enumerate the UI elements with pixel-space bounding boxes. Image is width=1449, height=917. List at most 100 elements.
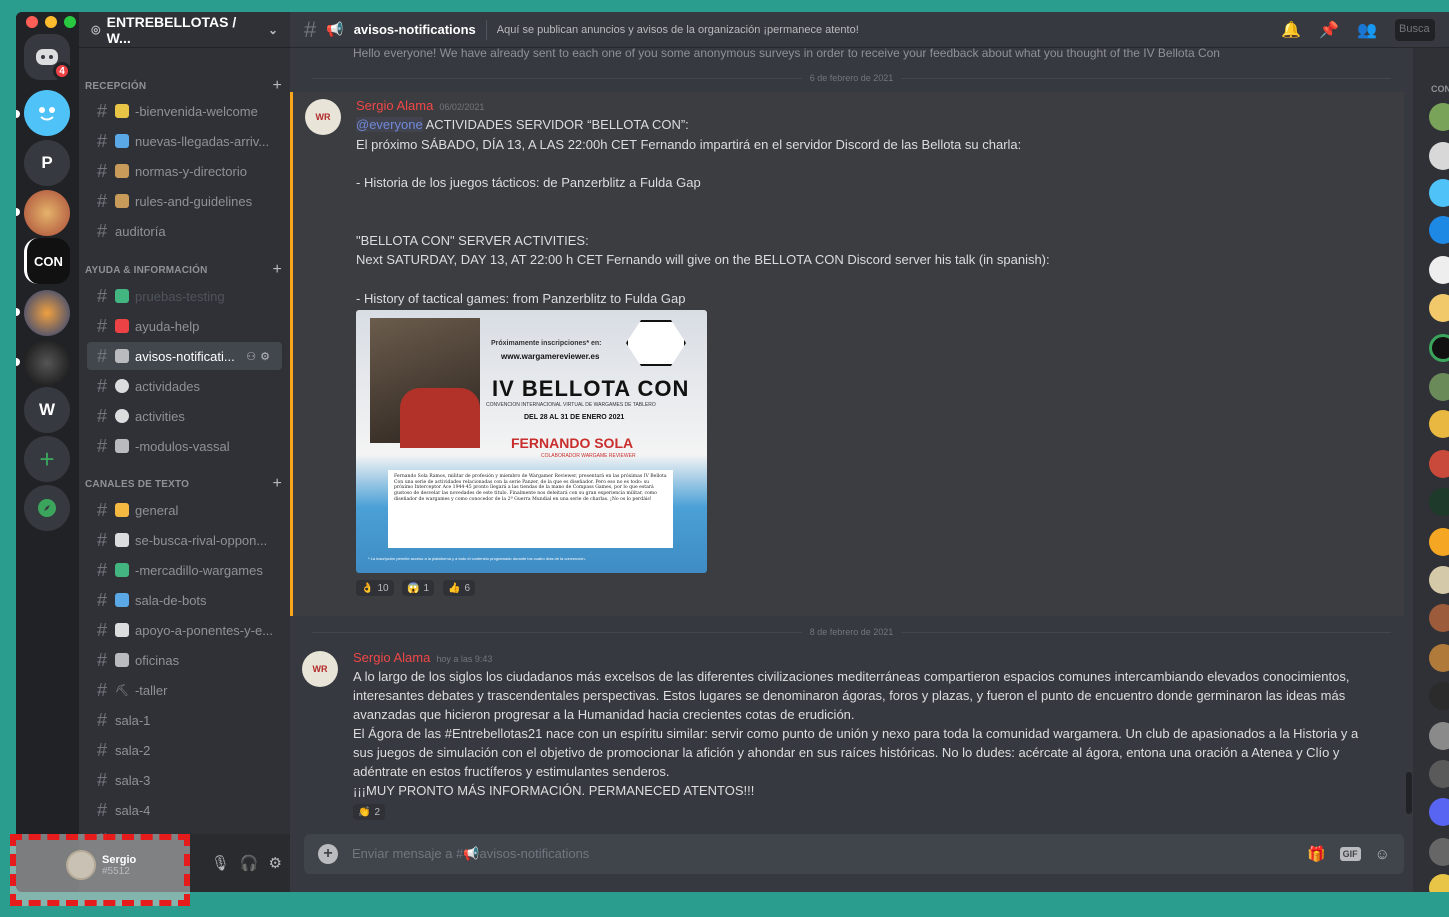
- avatar[interactable]: WR: [302, 651, 338, 687]
- mention[interactable]: @everyone: [356, 117, 423, 132]
- author-name[interactable]: Sergio Alama: [353, 650, 430, 665]
- channel-normas[interactable]: # normas-y-directorio: [87, 157, 282, 185]
- hash-icon: #: [96, 709, 107, 730]
- member-avatar[interactable]: [1429, 798, 1449, 826]
- search-input[interactable]: Busca: [1395, 18, 1435, 41]
- server-icon-vader[interactable]: [24, 340, 70, 386]
- server-icon-p[interactable]: P: [24, 140, 70, 186]
- channel-rules[interactable]: # rules-and-guidelines: [87, 187, 282, 215]
- message-input[interactable]: Enviar mensaje a #📢avisos-notifications: [352, 846, 589, 862]
- member-avatar[interactable]: [1429, 566, 1449, 594]
- reaction-thumbsup[interactable]: 👍 6: [443, 580, 476, 596]
- upload-plus-button[interactable]: +: [318, 844, 338, 864]
- member-avatar[interactable]: [1429, 373, 1449, 401]
- hash-icon: #: [96, 739, 107, 760]
- member-avatar[interactable]: [1429, 294, 1449, 322]
- channel-sala-2[interactable]: # sala-2: [87, 736, 282, 764]
- channel-activities[interactable]: # activities: [87, 402, 282, 430]
- channel-sala-de-bots[interactable]: # sala-de-bots: [87, 586, 282, 614]
- channel-ayuda[interactable]: # ayuda-help: [87, 312, 282, 340]
- create-channel-icon[interactable]: +: [272, 475, 282, 493]
- channel-label: ayuda-help: [135, 318, 200, 334]
- message-item[interactable]: WR Sergio Alama 06/02/2021 @everyone ACTI…: [290, 92, 1404, 616]
- category-canales-texto[interactable]: CANALES DE TEXTO +: [85, 474, 282, 494]
- channel-actividades[interactable]: # actividades: [87, 372, 282, 400]
- member-avatar[interactable]: [1429, 528, 1449, 556]
- user-identity[interactable]: Sergio #5512: [66, 850, 136, 880]
- channel-modulos-vassal[interactable]: # -modulos-vassal: [87, 432, 282, 460]
- hash-icon: #: [96, 679, 107, 700]
- server-icon-smiley[interactable]: [24, 90, 70, 136]
- zoom-window-button[interactable]: [64, 16, 76, 28]
- channel-sala-1[interactable]: # sala-1: [87, 706, 282, 734]
- category-recepcion[interactable]: RECEPCIÓN +: [85, 76, 282, 96]
- gear-icon[interactable]: ⚙: [269, 854, 282, 872]
- create-channel-icon[interactable]: +: [272, 77, 282, 95]
- channel-topic[interactable]: Aquí se publican anuncios y avisos de la…: [497, 24, 859, 36]
- channel-se-busca-rival[interactable]: # se-busca-rival-oppon...: [87, 526, 282, 554]
- server-icon-w[interactable]: W: [24, 387, 70, 433]
- member-avatar[interactable]: [1429, 179, 1449, 207]
- channel-nuevas-llegadas[interactable]: # nuevas-llegadas-arriv...: [87, 127, 282, 155]
- channel-sala-5[interactable]: #sala-5: [87, 826, 282, 835]
- hash-icon: #: [96, 315, 107, 336]
- channel-general[interactable]: # general: [87, 496, 282, 524]
- member-avatar[interactable]: [1429, 450, 1449, 478]
- message-item[interactable]: WR Sergio Alama hoy a las 9:43 A lo largo…: [290, 644, 1404, 822]
- member-avatar[interactable]: [1429, 838, 1449, 866]
- member-avatar[interactable]: [1429, 682, 1449, 710]
- member-avatar[interactable]: [1429, 760, 1449, 788]
- reaction-ok[interactable]: 👌 10: [356, 580, 394, 596]
- channel-oficinas[interactable]: # oficinas: [87, 646, 282, 674]
- hash-icon: #: [96, 435, 107, 456]
- gift-icon[interactable]: 🎁: [1307, 845, 1326, 863]
- headphones-icon[interactable]: 🎧: [240, 854, 259, 872]
- minimize-window-button[interactable]: [45, 16, 57, 28]
- emoji-picker-icon[interactable]: ☺: [1375, 846, 1390, 863]
- avatar[interactable]: WR: [305, 99, 341, 135]
- scrollbar-thumb[interactable]: [1406, 772, 1412, 814]
- server-pill: [16, 110, 20, 118]
- server-icon-bellota-con[interactable]: CON: [24, 238, 70, 284]
- scream-face-icon: 😱: [407, 582, 420, 594]
- channel-mercadillo[interactable]: # -mercadillo-wargames: [87, 556, 282, 584]
- member-avatar[interactable]: [1429, 722, 1449, 750]
- member-avatar[interactable]: [1429, 644, 1449, 672]
- explore-servers-button[interactable]: [24, 485, 70, 531]
- member-avatar[interactable]: [1429, 216, 1449, 244]
- members-icon[interactable]: 👥: [1357, 20, 1377, 40]
- member-avatar[interactable]: [1429, 142, 1449, 170]
- channel-avisos[interactable]: # avisos-notificati... ⚇⚙: [87, 342, 282, 370]
- mute-microphone-icon[interactable]: 🎙: [211, 854, 230, 872]
- member-avatar[interactable]: [1429, 256, 1449, 284]
- channel-auditoria[interactable]: # auditoría: [87, 217, 282, 245]
- member-avatar[interactable]: [1429, 874, 1449, 892]
- close-window-button[interactable]: [26, 16, 38, 28]
- member-avatar[interactable]: [1429, 488, 1449, 516]
- member-avatar[interactable]: [1429, 334, 1449, 362]
- category-ayuda[interactable]: AYUDA & INFORMACIÓN +: [85, 260, 282, 280]
- member-avatar[interactable]: [1429, 103, 1449, 131]
- channel-pruebas[interactable]: # pruebas-testing: [87, 282, 282, 310]
- attached-image-poster[interactable]: Próximamente inscripciones* en: www.warg…: [356, 310, 707, 573]
- create-channel-icon[interactable]: +: [272, 261, 282, 279]
- server-icon-badge[interactable]: [24, 290, 70, 336]
- channel-bienvenida[interactable]: # -bienvenida-welcome: [87, 97, 282, 125]
- member-avatar[interactable]: [1429, 604, 1449, 632]
- bell-icon[interactable]: 🔔: [1281, 20, 1301, 40]
- channel-taller[interactable]: # ⛏ -taller: [87, 676, 282, 704]
- reaction-clap[interactable]: 👏 2: [353, 804, 386, 820]
- channel-settings-icon[interactable]: ⚇⚙: [246, 350, 274, 363]
- reaction-scream[interactable]: 😱 1: [402, 580, 435, 596]
- add-server-button[interactable]: +: [24, 436, 70, 482]
- channel-sala-3[interactable]: # sala-3: [87, 766, 282, 794]
- gif-button[interactable]: GIF: [1339, 847, 1361, 861]
- highlighted-user-area: Sergio #5512: [10, 834, 190, 906]
- guild-header[interactable]: ◎ ENTREBELLOTAS / W... ⌄: [79, 12, 290, 48]
- channel-sala-4[interactable]: # sala-4: [87, 796, 282, 824]
- channel-apoyo-ponentes[interactable]: # apoyo-a-ponentes-y-e...: [87, 616, 282, 644]
- author-name[interactable]: Sergio Alama: [356, 98, 433, 113]
- member-avatar[interactable]: [1429, 410, 1449, 438]
- pin-icon[interactable]: 📌: [1319, 20, 1339, 40]
- server-icon-map[interactable]: [24, 190, 70, 236]
